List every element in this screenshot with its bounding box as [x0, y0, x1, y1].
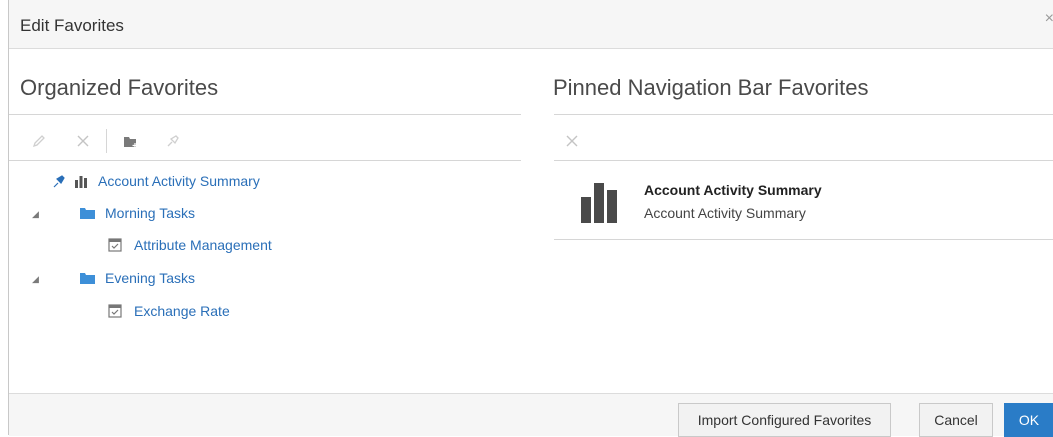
dialog-title: Edit Favorites [20, 16, 124, 35]
pinned-favorites-heading: Pinned Navigation Bar Favorites [553, 75, 869, 100]
ok-button[interactable]: OK [1004, 403, 1053, 437]
organized-toolbar-divider [9, 160, 521, 161]
bar-chart-icon [581, 179, 617, 228]
folder-icon [79, 206, 105, 220]
edit-icon[interactable] [30, 132, 48, 150]
tree-folder-label: Evening Tasks [105, 270, 196, 286]
tree-item-account-activity-summary[interactable]: Account Activity Summary [52, 169, 260, 193]
organized-favorites-heading: Organized Favorites [20, 75, 219, 100]
tree-folder-evening-tasks[interactable]: Evening Tasks [79, 266, 195, 290]
pinned-icon [52, 174, 70, 188]
cancel-button[interactable]: Cancel [919, 403, 993, 437]
tree-item-label: Attribute Management [134, 237, 272, 253]
task-icon [108, 304, 134, 318]
bar-chart-icon [74, 174, 98, 188]
organized-heading-divider [9, 114, 521, 115]
pinned-item-subtitle: Account Activity Summary [644, 205, 806, 221]
tree-folder-label: Morning Tasks [105, 205, 196, 221]
new-folder-icon[interactable] [122, 132, 140, 150]
pin-icon[interactable] [164, 132, 182, 150]
toolbar-separator [106, 129, 107, 153]
delete-icon[interactable] [74, 132, 92, 150]
close-icon[interactable]: × [1045, 10, 1053, 28]
tree-item-label: Account Activity Summary [98, 173, 260, 189]
import-configured-favorites-button[interactable]: Import Configured Favorites [678, 403, 891, 437]
tree-item-label: Exchange Rate [134, 303, 230, 319]
pinned-heading-divider [554, 114, 1053, 115]
tree-folder-morning-tasks[interactable]: Morning Tasks [79, 201, 195, 225]
folder-icon [79, 271, 105, 285]
dialog-footer: Import Configured Favorites Cancel OK [9, 393, 1053, 437]
edit-favorites-dialog: Edit Favorites × Organized Favorites Acc… [8, 0, 1053, 437]
pinned-item-account-activity-summary[interactable]: Account Activity Summary Account Activit… [554, 161, 1053, 240]
task-icon [108, 238, 134, 252]
dialog-titlebar: Edit Favorites × [9, 0, 1053, 49]
tree-item-exchange-rate[interactable]: Exchange Rate [108, 299, 230, 323]
pinned-item-title: Account Activity Summary [644, 182, 822, 198]
collapse-icon[interactable]: ◢ [32, 209, 39, 220]
tree-item-attribute-management[interactable]: Attribute Management [108, 233, 272, 257]
delete-icon[interactable] [563, 132, 581, 150]
collapse-icon[interactable]: ◢ [32, 274, 39, 285]
